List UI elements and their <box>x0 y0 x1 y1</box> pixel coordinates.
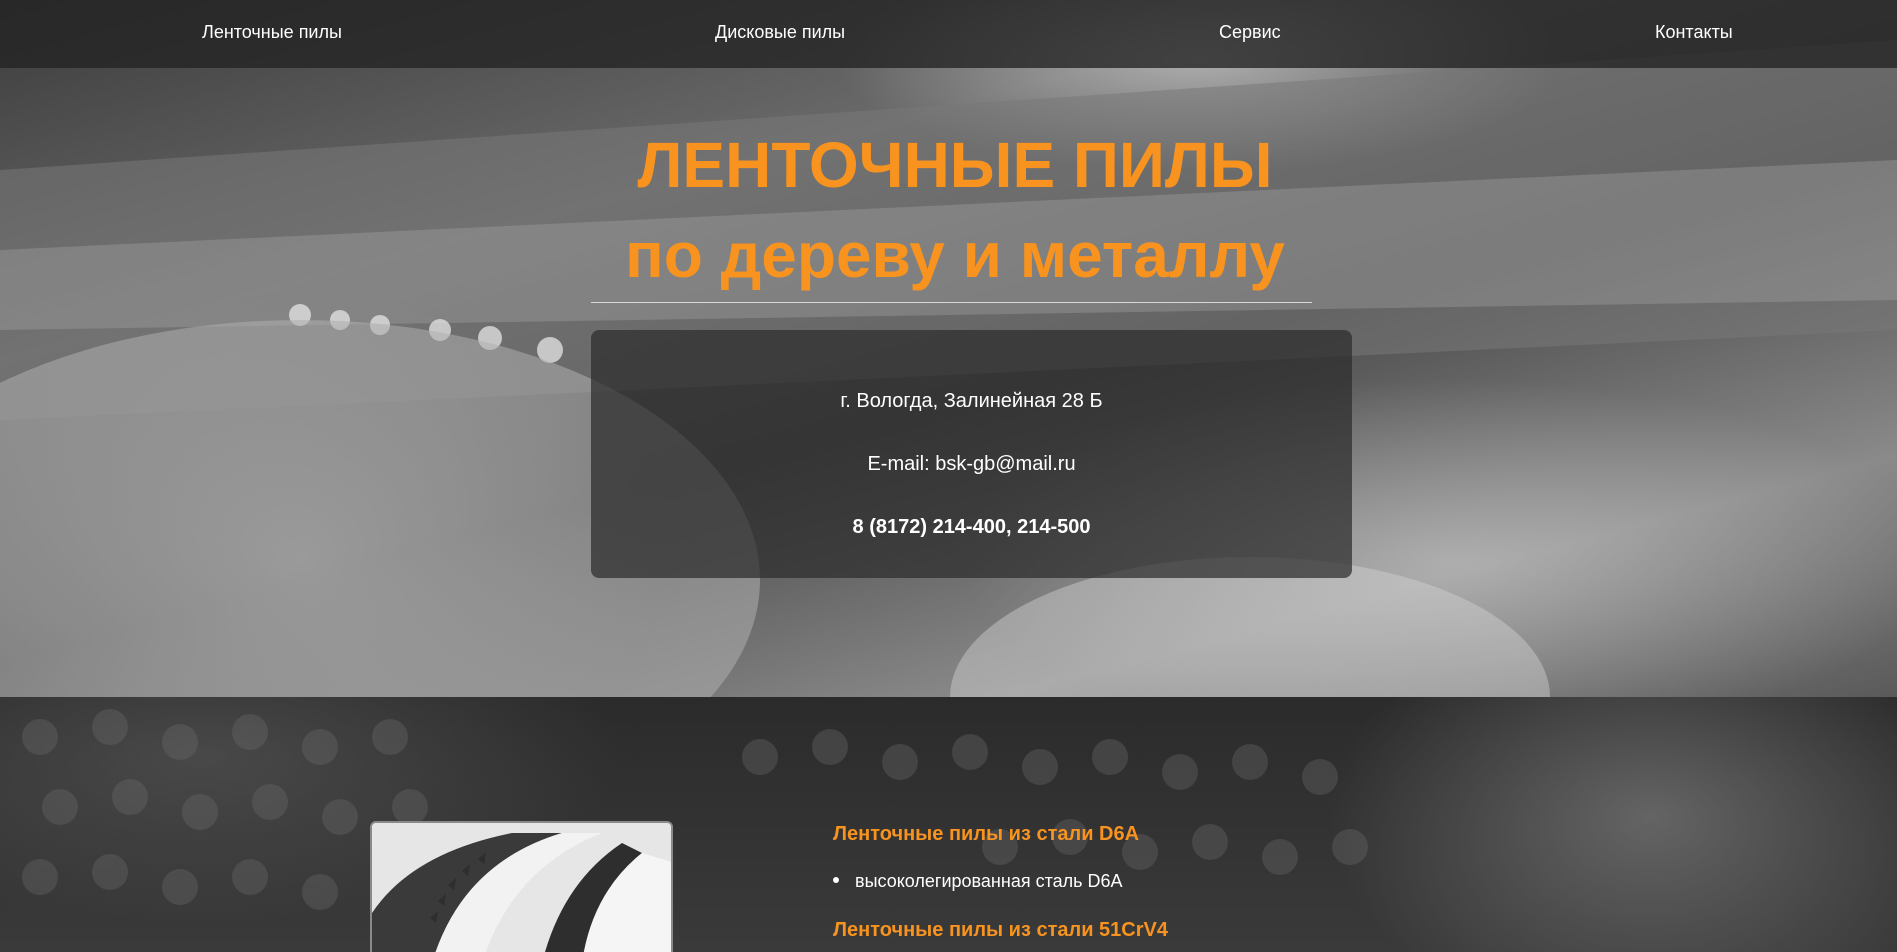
contact-email[interactable]: E-mail: bsk-gb@mail.ru <box>591 453 1352 476</box>
product-heading-51crv4[interactable]: Ленточные пилы из стали 51CrV4 <box>833 919 1168 942</box>
products-section: Ленточные пилы из стали D6A высоколегиро… <box>0 697 1897 952</box>
band-saw-product-image <box>370 821 673 952</box>
nav-item-circular-saws[interactable]: Дисковые пилы <box>715 22 845 43</box>
bullet-text: высоколегированная сталь D6A <box>855 871 1123 891</box>
top-navigation: Ленточные пилы Дисковые пилы Сервис Конт… <box>0 0 1897 68</box>
contact-phone[interactable]: 8 (8172) 214-400, 214-500 <box>591 516 1352 539</box>
hero-title-line1: ЛЕНТОЧНЫЕ ПИЛЫ <box>637 129 1273 201</box>
bullet-icon <box>833 877 839 884</box>
hero-section: Ленточные пилы Дисковые пилы Сервис Конт… <box>0 0 1897 697</box>
hero-title-line2: по дереву и металлу <box>625 219 1285 291</box>
nav-item-contacts[interactable]: Контакты <box>1655 22 1733 43</box>
contact-box: г. Вологда, Залинейная 28 Б E-mail: bsk-… <box>591 330 1352 578</box>
contact-address: г. Вологда, Залинейная 28 Б <box>840 390 1103 412</box>
list-item: высоколегированная сталь D6A <box>833 871 1123 892</box>
product-heading-d6a[interactable]: Ленточные пилы из стали D6A <box>833 823 1139 846</box>
nav-item-service[interactable]: Сервис <box>1219 22 1281 43</box>
title-divider <box>591 302 1312 303</box>
nav-item-band-saws[interactable]: Ленточные пилы <box>202 22 342 43</box>
